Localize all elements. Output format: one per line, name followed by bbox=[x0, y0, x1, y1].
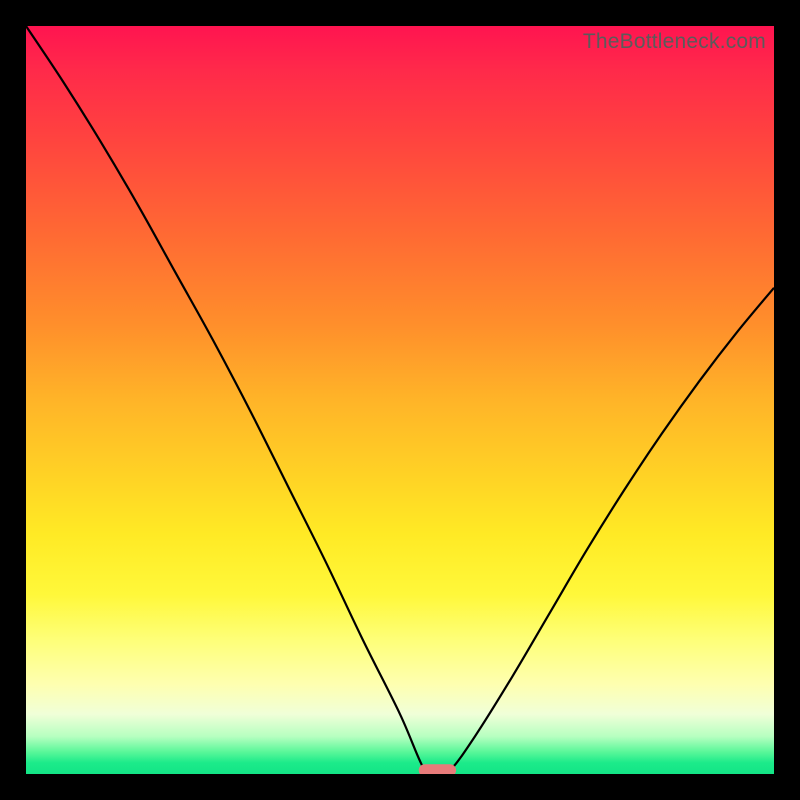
gradient-background bbox=[26, 26, 774, 774]
watermark-text: TheBottleneck.com bbox=[583, 30, 766, 54]
chart-frame: TheBottleneck.com bbox=[26, 26, 774, 774]
